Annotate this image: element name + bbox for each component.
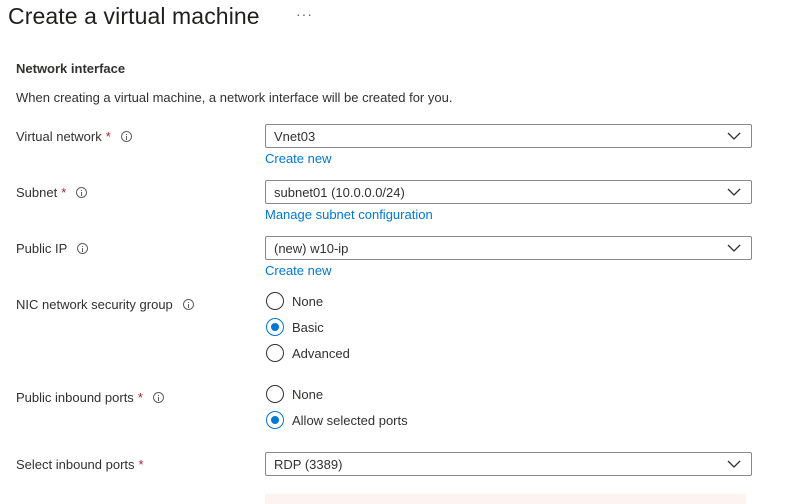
radio-button-selected[interactable] — [266, 318, 284, 336]
nic-nsg-radio-advanced[interactable]: Advanced — [266, 344, 350, 362]
select-inbound-ports-dropdown[interactable]: RDP (3389) — [265, 452, 752, 476]
manage-subnet-link[interactable]: Manage subnet configuration — [265, 207, 433, 222]
subnet-label: Subnet * — [16, 185, 88, 200]
page-title: Create a virtual machine — [8, 3, 260, 29]
subnet-label-text: Subnet — [16, 185, 58, 200]
more-options-button[interactable]: ··· — [296, 6, 313, 22]
inbound-ports-radio-allow-selected[interactable]: Allow selected ports — [266, 411, 408, 429]
required-marker: * — [105, 129, 111, 144]
inbound-ports-radio-none[interactable]: None — [266, 385, 323, 403]
warning-banner — [265, 494, 746, 504]
section-heading: Network interface — [16, 61, 126, 76]
radio-label: None — [292, 293, 324, 309]
subnet-value: subnet01 (10.0.0.0/24) — [274, 184, 405, 200]
virtual-network-dropdown[interactable]: Vnet03 — [265, 124, 752, 148]
select-inbound-ports-label-text: Select inbound ports — [16, 457, 135, 472]
public-ip-value: (new) w10-ip — [274, 240, 349, 256]
virtual-network-label-text: Virtual network — [16, 129, 102, 144]
public-inbound-ports-label: Public inbound ports * — [16, 390, 164, 405]
radio-button[interactable] — [266, 292, 284, 310]
chevron-down-icon — [727, 132, 741, 140]
required-marker: * — [137, 390, 143, 405]
public-ip-dropdown[interactable]: (new) w10-ip — [265, 236, 752, 260]
radio-button[interactable] — [266, 385, 284, 403]
chevron-down-icon — [727, 460, 741, 468]
radio-label: Allow selected ports — [292, 412, 408, 428]
info-icon[interactable] — [76, 187, 88, 198]
nic-nsg-radio-none[interactable]: None — [266, 292, 323, 310]
radio-button-selected[interactable] — [266, 411, 284, 429]
radio-label: None — [292, 386, 324, 402]
required-marker: * — [138, 457, 144, 472]
radio-button[interactable] — [266, 344, 284, 362]
select-inbound-ports-label: Select inbound ports * — [16, 457, 144, 472]
info-icon[interactable] — [77, 243, 89, 254]
public-inbound-ports-label-text: Public inbound ports — [16, 390, 134, 405]
info-icon[interactable] — [120, 131, 132, 142]
virtual-network-value: Vnet03 — [274, 128, 316, 144]
create-new-vnet-link[interactable]: Create new — [265, 151, 331, 166]
info-icon[interactable] — [182, 299, 194, 310]
virtual-network-label: Virtual network * — [16, 129, 132, 144]
subnet-dropdown[interactable]: subnet01 (10.0.0.0/24) — [265, 180, 752, 204]
section-description: When creating a virtual machine, a netwo… — [16, 90, 453, 105]
nic-nsg-label-text: NIC network security group — [16, 297, 173, 312]
select-inbound-ports-value: RDP (3389) — [274, 456, 343, 472]
radio-label: Advanced — [292, 345, 350, 361]
create-new-ip-link[interactable]: Create new — [265, 263, 331, 278]
public-ip-label-text: Public IP — [16, 241, 68, 256]
nic-nsg-label: NIC network security group — [16, 297, 194, 312]
chevron-down-icon — [727, 188, 741, 196]
required-marker: * — [61, 185, 67, 200]
info-icon[interactable] — [152, 392, 164, 403]
public-ip-label: Public IP — [16, 241, 89, 256]
radio-label: Basic — [292, 319, 324, 335]
chevron-down-icon — [727, 244, 741, 252]
nic-nsg-radio-basic[interactable]: Basic — [266, 318, 324, 336]
